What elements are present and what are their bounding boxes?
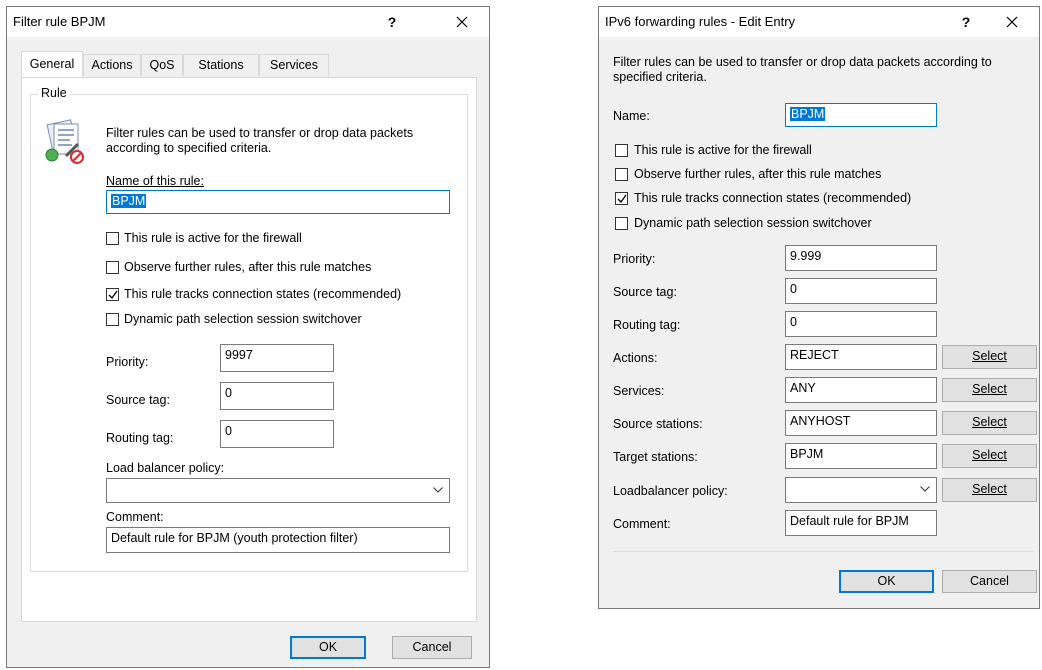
- target-stations-input[interactable]: BPJM: [785, 443, 937, 469]
- dialog-title: Filter rule BPJM: [13, 14, 106, 29]
- ipv6-forwarding-dialog: IPv6 forwarding rules - Edit Entry ? Fil…: [598, 6, 1040, 609]
- source-tag-input[interactable]: 0: [785, 278, 937, 304]
- title-bar[interactable]: IPv6 forwarding rules - Edit Entry ?: [599, 7, 1039, 37]
- close-icon: [456, 16, 468, 28]
- rule-name-label: Name of this rule:: [106, 174, 204, 188]
- rule-name-input[interactable]: BPJM: [106, 190, 450, 214]
- track-states-label: This rule tracks connection states (reco…: [124, 287, 402, 301]
- source-stations-select-button[interactable]: Select: [942, 411, 1037, 435]
- comment-input[interactable]: Default rule for BPJM: [785, 510, 937, 536]
- lb-policy-label: Load balancer policy:: [106, 461, 225, 475]
- lb-policy-label: Loadbalancer policy:: [613, 484, 728, 498]
- source-tag-input[interactable]: 0: [220, 382, 334, 410]
- rule-description: Filter rules can be used to transfer or …: [613, 55, 992, 84]
- ok-button[interactable]: OK: [839, 570, 934, 593]
- checkmark-icon: [108, 290, 118, 300]
- priority-input[interactable]: 9997: [220, 344, 334, 372]
- dps-switchover-checkbox[interactable]: [106, 313, 119, 326]
- active-firewall-label: This rule is active for the firewall: [124, 231, 302, 245]
- cancel-button[interactable]: Cancel: [942, 570, 1037, 593]
- tab-actions[interactable]: Actions: [83, 54, 141, 76]
- source-stations-input[interactable]: ANYHOST: [785, 410, 937, 436]
- observe-further-checkbox[interactable]: [615, 168, 628, 181]
- track-states-label: This rule tracks connection states (reco…: [634, 191, 912, 205]
- routing-tag-input[interactable]: 0: [785, 311, 937, 337]
- lb-policy-select-button[interactable]: Select: [942, 478, 1037, 502]
- actions-label: Actions:: [613, 351, 658, 365]
- priority-label: Priority:: [106, 355, 149, 369]
- rule-description: Filter rules can be used to transfer or …: [106, 126, 414, 155]
- observe-further-label: Observe further rules, after this rule m…: [634, 167, 882, 181]
- filter-rule-dialog: Filter rule BPJM ? General Actions QoS S…: [6, 6, 490, 668]
- help-button[interactable]: ?: [951, 10, 981, 34]
- button-separator: [613, 551, 1033, 552]
- actions-select-button[interactable]: Select: [942, 345, 1037, 369]
- target-stations-select-button[interactable]: Select: [942, 444, 1037, 468]
- close-button[interactable]: [997, 10, 1027, 34]
- lb-policy-select[interactable]: [785, 477, 937, 503]
- active-firewall-checkbox[interactable]: [615, 144, 628, 157]
- services-input[interactable]: ANY: [785, 377, 937, 403]
- actions-input[interactable]: REJECT: [785, 344, 937, 370]
- close-button[interactable]: [447, 10, 477, 34]
- comment-label: Comment:: [106, 510, 164, 524]
- priority-input[interactable]: 9.999: [785, 245, 937, 271]
- chevron-down-icon: [920, 486, 930, 492]
- source-tag-label: Source tag:: [613, 285, 677, 299]
- ok-button[interactable]: OK: [290, 636, 366, 659]
- rule-group-label: Rule: [38, 86, 70, 100]
- dps-switchover-label: Dynamic path selection session switchove…: [124, 312, 362, 326]
- title-bar[interactable]: Filter rule BPJM ?: [7, 7, 489, 37]
- tab-qos[interactable]: QoS: [141, 54, 183, 76]
- dps-switchover-checkbox[interactable]: [615, 217, 628, 230]
- tab-strip: General Actions QoS Stations Services: [21, 51, 341, 78]
- filter-rule-icon: [40, 118, 88, 166]
- tab-panel-general: Rule Filter rules can be used to transfe…: [21, 77, 477, 622]
- services-label: Services:: [613, 384, 665, 398]
- dialog-title: IPv6 forwarding rules - Edit Entry: [605, 14, 796, 29]
- priority-label: Priority:: [613, 252, 656, 266]
- source-tag-label: Source tag:: [106, 393, 170, 407]
- comment-input[interactable]: Default rule for BPJM (youth protection …: [106, 527, 450, 553]
- track-states-checkbox[interactable]: [615, 192, 628, 205]
- name-input[interactable]: BPJM: [785, 103, 937, 127]
- routing-tag-label: Routing tag:: [613, 318, 681, 332]
- source-stations-label: Source stations:: [613, 417, 703, 431]
- comment-label: Comment:: [613, 517, 671, 531]
- track-states-checkbox[interactable]: [106, 288, 119, 301]
- tab-stations[interactable]: Stations: [183, 54, 259, 76]
- routing-tag-label: Routing tag:: [106, 431, 174, 445]
- chevron-down-icon: [433, 487, 443, 493]
- observe-further-label: Observe further rules, after this rule m…: [124, 260, 372, 274]
- tab-services[interactable]: Services: [259, 54, 329, 76]
- help-button[interactable]: ?: [377, 10, 407, 34]
- cancel-button[interactable]: Cancel: [392, 636, 472, 659]
- active-firewall-label: This rule is active for the firewall: [634, 143, 812, 157]
- checkmark-icon: [617, 194, 627, 204]
- close-icon: [1006, 16, 1018, 28]
- observe-further-checkbox[interactable]: [106, 261, 119, 274]
- active-firewall-checkbox[interactable]: [106, 232, 119, 245]
- target-stations-label: Target stations:: [613, 450, 698, 464]
- lb-policy-select[interactable]: [106, 478, 450, 503]
- tab-general[interactable]: General: [21, 51, 83, 77]
- routing-tag-input[interactable]: 0: [220, 420, 334, 448]
- name-label: Name:: [613, 109, 650, 123]
- dps-switchover-label: Dynamic path selection session switchove…: [634, 216, 872, 230]
- services-select-button[interactable]: Select: [942, 378, 1037, 402]
